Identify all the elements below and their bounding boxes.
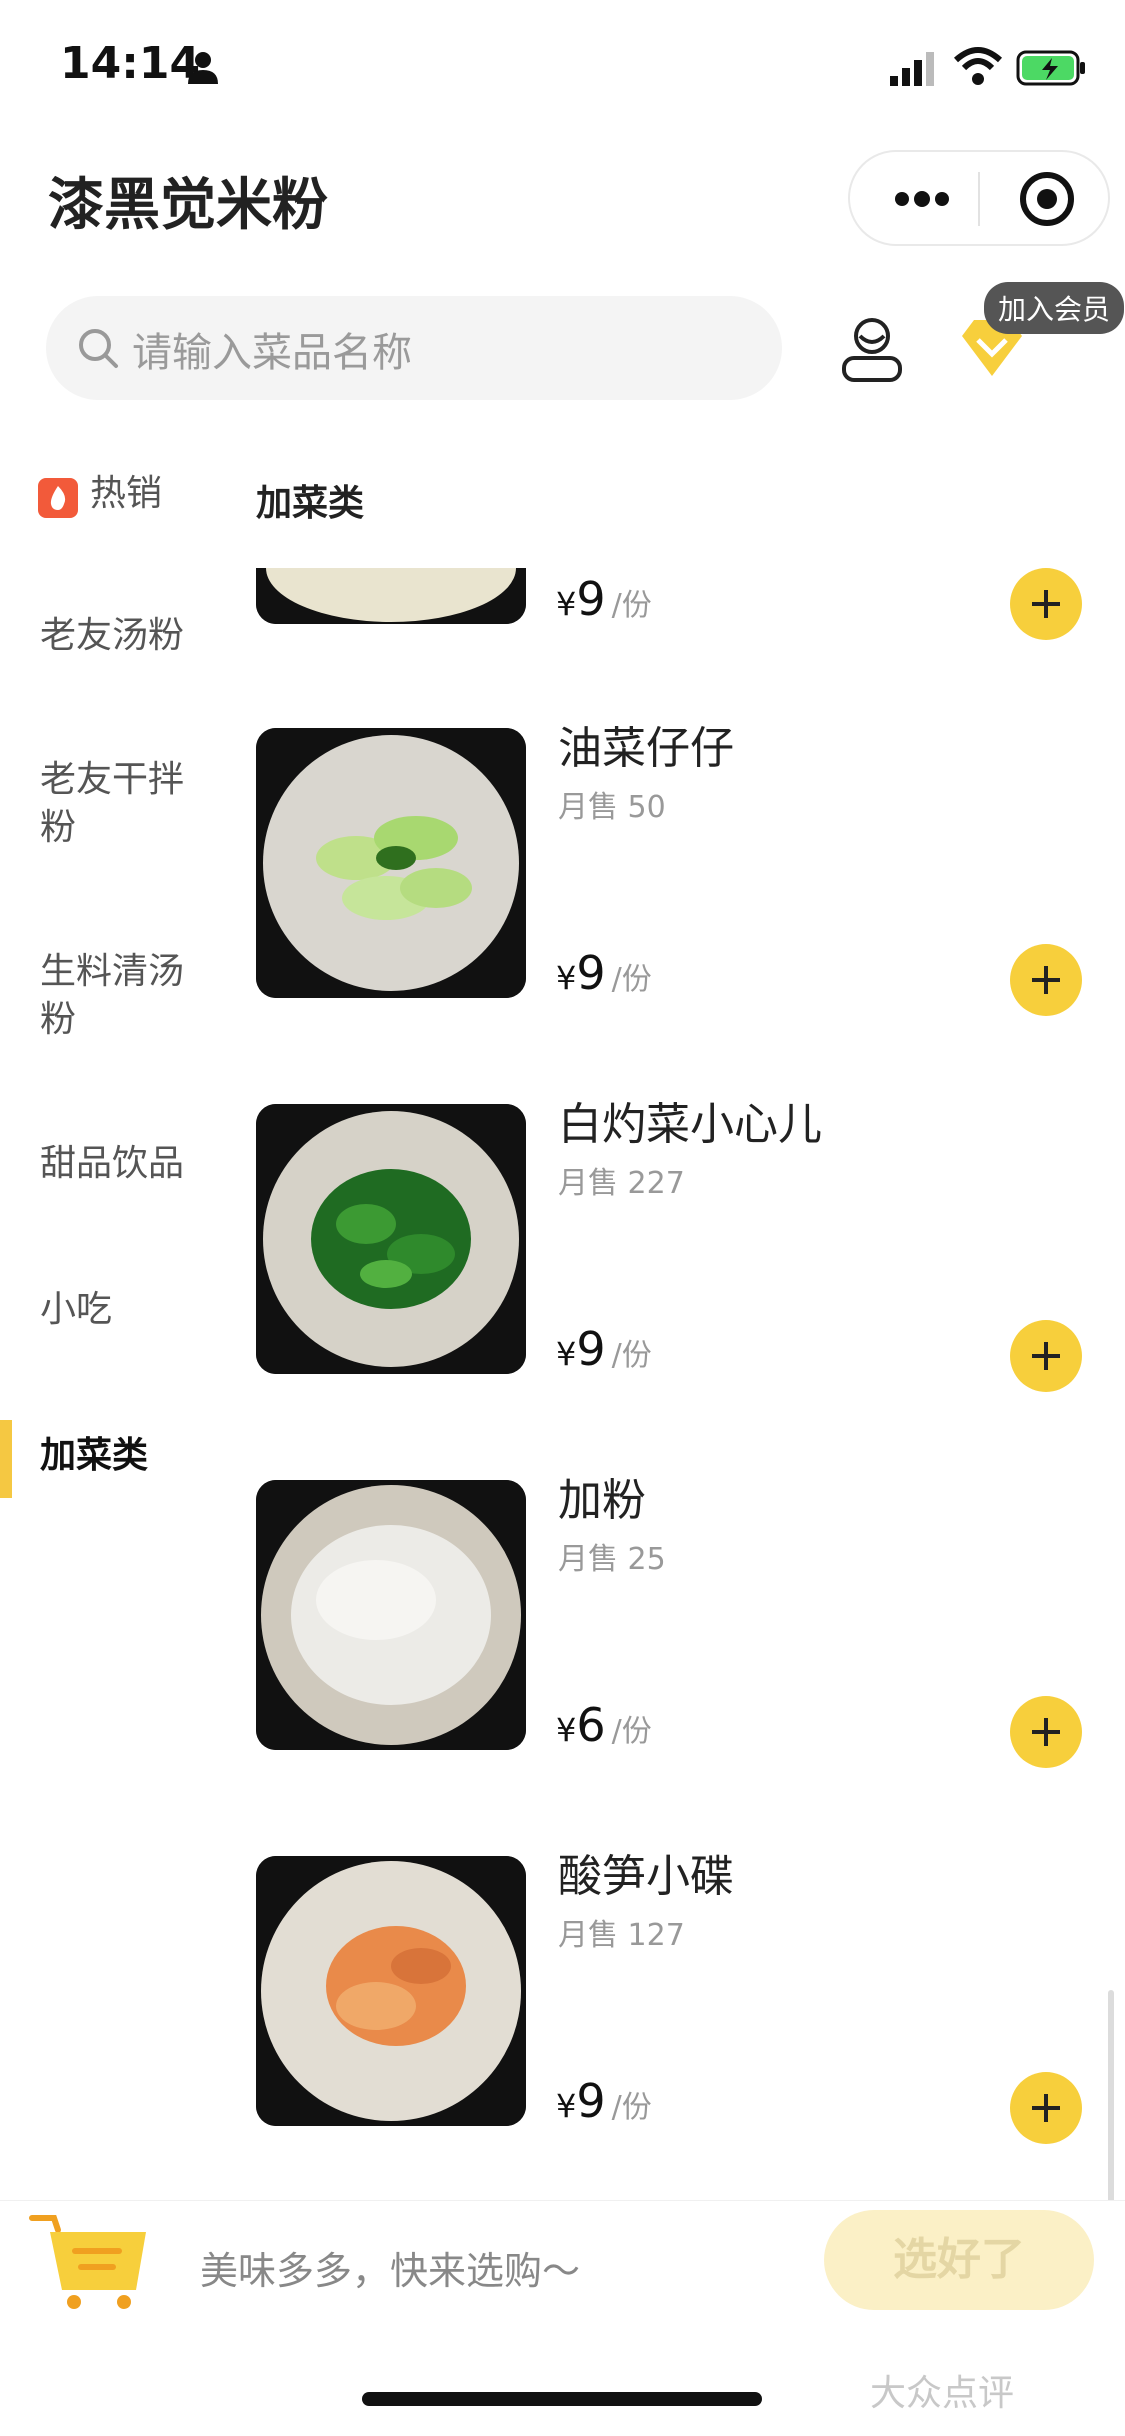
search-input[interactable]: 请输入菜品名称: [46, 296, 782, 400]
battery-icon: [1016, 50, 1085, 86]
signal-icon: [890, 52, 934, 86]
add-to-cart-button[interactable]: [1010, 1696, 1082, 1768]
sidebar-item-desserts-drinks[interactable]: 甜品饮品: [40, 1140, 210, 1188]
sidebar-active-indicator: [0, 1420, 12, 1498]
dish-name: 白灼菜小心儿: [558, 1099, 822, 1150]
dish-name: 酸笋小碟: [558, 1851, 734, 1902]
dish-sales: 月售 50: [558, 790, 666, 825]
category-title: 加菜类: [256, 483, 365, 524]
plus-icon: [1032, 1342, 1060, 1370]
person-icon: [188, 52, 218, 84]
user-icon[interactable]: [838, 314, 906, 384]
dish-image[interactable]: [256, 1480, 526, 1750]
dish-name: 加粉: [558, 1475, 646, 1526]
home-indicator[interactable]: [362, 2392, 762, 2406]
add-to-cart-button[interactable]: [1010, 1320, 1082, 1392]
wifi-icon: [953, 47, 1003, 85]
dish-image[interactable]: [256, 728, 526, 998]
dish-image[interactable]: [256, 1856, 526, 2126]
dish-price: ¥9/份: [556, 946, 652, 1000]
dish-price: ¥9/份: [556, 572, 652, 626]
status-time: 14:14: [60, 38, 201, 89]
sidebar-item-laoyou-dry[interactable]: 老友干拌粉: [40, 756, 200, 852]
dish-name: 油菜仔仔: [558, 723, 734, 774]
more-icon[interactable]: [892, 182, 952, 216]
plus-icon: [1032, 966, 1060, 994]
cart-icon[interactable]: [28, 2212, 152, 2312]
search-icon: [79, 329, 118, 368]
plus-icon: [1032, 590, 1060, 618]
dish-price: ¥9/份: [556, 1322, 652, 1376]
cart-hint-text: 美味多多，快来选购～: [200, 2249, 581, 2293]
dish-sales: 月售 127: [558, 1918, 685, 1953]
plus-icon: [1032, 2094, 1060, 2122]
sidebar-item-add-dishes[interactable]: 加菜类: [40, 1432, 210, 1480]
sidebar-item-raw-clear-soup[interactable]: 生料清汤粉: [40, 948, 200, 1044]
add-to-cart-button[interactable]: [1010, 2072, 1082, 2144]
plus-icon: [1032, 1718, 1060, 1746]
sidebar-item-laoyou-soup[interactable]: 老友汤粉: [40, 612, 210, 660]
dish-sales: 月售 227: [558, 1166, 685, 1201]
dish-price: ¥9/份: [556, 2074, 652, 2128]
capsule-divider: [978, 172, 980, 226]
dish-price: ¥6/份: [556, 1698, 652, 1752]
join-member-badge[interactable]: 加入会员: [984, 282, 1125, 334]
add-to-cart-button[interactable]: [1010, 568, 1082, 640]
mini-program-capsule: [848, 150, 1110, 246]
page-title: 漆黑觉米粉: [48, 173, 328, 238]
add-to-cart-button[interactable]: [1010, 944, 1082, 1016]
sidebar-item-snacks[interactable]: 小吃: [40, 1286, 210, 1334]
watermark: 大众点评: [870, 2373, 1015, 2414]
confirm-selection-button[interactable]: 选好了: [824, 2210, 1094, 2310]
sidebar-item-hot[interactable]: 热销: [90, 470, 260, 518]
hot-fire-icon: [38, 478, 78, 518]
dish-image[interactable]: [256, 568, 526, 624]
search-placeholder: 请输入菜品名称: [132, 330, 412, 376]
scrollbar[interactable]: [1108, 1990, 1114, 2220]
dish-image[interactable]: [256, 1104, 526, 1374]
dish-sales: 月售 25: [558, 1542, 666, 1577]
close-target-icon[interactable]: [1018, 170, 1076, 228]
